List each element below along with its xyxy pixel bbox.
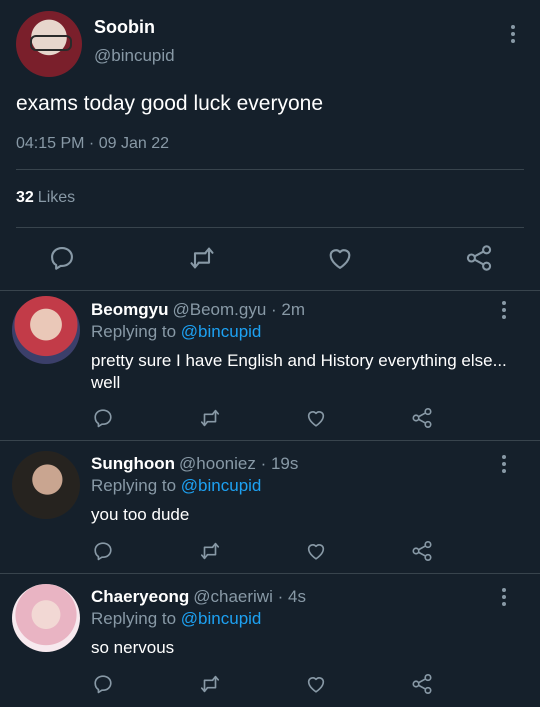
comment-icon <box>94 675 112 694</box>
like-button[interactable] <box>305 673 327 695</box>
comment-button[interactable] <box>48 244 76 272</box>
comment-icon <box>94 542 112 561</box>
comment-button[interactable] <box>92 673 114 695</box>
likes-label: Likes <box>37 189 76 206</box>
like-button[interactable] <box>326 244 354 272</box>
retweet-icon <box>200 542 220 560</box>
heart-icon <box>307 677 325 693</box>
retweet-icon <box>200 675 220 693</box>
reply-author-handle: @chaeriwi <box>193 587 273 606</box>
comment-button[interactable] <box>92 540 114 562</box>
share-icon <box>412 408 432 428</box>
reply-author[interactable]: Beomgyu @Beom.gyu · 2m <box>91 300 305 320</box>
retweet-button[interactable] <box>199 540 221 562</box>
author-name[interactable]: Soobin <box>94 17 155 38</box>
more-icon[interactable] <box>502 301 506 319</box>
mention-link[interactable]: @bincupid <box>181 322 262 341</box>
reply-author-name: Beomgyu <box>91 300 169 319</box>
retweet-icon <box>190 247 214 269</box>
more-icon[interactable] <box>502 455 506 473</box>
like-button[interactable] <box>305 407 327 429</box>
likes-count[interactable]: 32 Likes <box>16 189 75 207</box>
avatar[interactable] <box>12 451 80 519</box>
reply-author[interactable]: Sunghoon @hooniez · 19s <box>91 454 298 474</box>
replying-prefix: Replying to <box>91 322 177 341</box>
comment-button[interactable] <box>92 407 114 429</box>
reply-time: · 4s <box>277 587 306 606</box>
reply-tweet[interactable]: Chaeryeong @chaeriwi · 4s Replying to @bi… <box>0 574 540 707</box>
reply-tweet[interactable]: Sunghoon @hooniez · 19s Replying to @binc… <box>0 441 540 573</box>
avatar[interactable] <box>12 584 80 652</box>
share-button[interactable] <box>411 673 433 695</box>
mention-link[interactable]: @bincupid <box>181 476 262 495</box>
reply-time: · 2m <box>271 300 306 319</box>
reply-time: · 19s <box>260 454 299 473</box>
replying-prefix: Replying to <box>91 476 177 495</box>
mention-link[interactable]: @bincupid <box>181 609 262 628</box>
reply-tweet[interactable]: Beomgyu @Beom.gyu · 2m Replying to @bincu… <box>0 291 540 440</box>
reply-author[interactable]: Chaeryeong @chaeriwi · 4s <box>91 587 306 607</box>
tweet-text: exams today good luck everyone <box>16 92 324 115</box>
like-button[interactable] <box>305 540 327 562</box>
avatar[interactable] <box>16 11 82 77</box>
retweet-icon <box>200 409 220 427</box>
avatar[interactable] <box>12 296 80 364</box>
retweet-button[interactable] <box>199 673 221 695</box>
tweet-timestamp[interactable]: 04:15 PM · 09 Jan 22 <box>16 135 169 153</box>
divider <box>16 227 524 228</box>
reply-author-name: Chaeryeong <box>91 587 190 606</box>
comment-icon <box>51 247 73 270</box>
reply-text: so nervous <box>91 638 175 657</box>
replying-to: Replying to @bincupid <box>91 476 261 496</box>
retweet-button[interactable] <box>199 407 221 429</box>
share-button[interactable] <box>411 407 433 429</box>
share-icon <box>412 541 432 561</box>
reply-text: you too dude <box>91 505 190 524</box>
reply-author-handle: @Beom.gyu <box>172 300 267 319</box>
retweet-button[interactable] <box>188 244 216 272</box>
reply-text: pretty sure I have English and History e… <box>91 351 507 392</box>
likes-number: 32 <box>16 189 34 206</box>
share-icon <box>466 245 492 271</box>
comment-icon <box>94 409 112 428</box>
more-icon[interactable] <box>511 25 515 43</box>
share-icon <box>412 674 432 694</box>
replying-prefix: Replying to <box>91 609 177 628</box>
share-button[interactable] <box>465 244 493 272</box>
reply-author-handle: @hooniez <box>179 454 256 473</box>
main-tweet: Soobin @bincupid exams today good luck e… <box>0 0 540 290</box>
divider <box>16 169 524 170</box>
heart-icon <box>307 411 325 427</box>
share-button[interactable] <box>411 540 433 562</box>
reply-author-name: Sunghoon <box>91 454 176 473</box>
heart-icon <box>329 249 351 269</box>
replying-to: Replying to @bincupid <box>91 609 261 629</box>
replying-to: Replying to @bincupid <box>91 322 261 342</box>
author-handle[interactable]: @bincupid <box>94 46 175 66</box>
more-icon[interactable] <box>502 588 506 606</box>
heart-icon <box>307 544 325 560</box>
